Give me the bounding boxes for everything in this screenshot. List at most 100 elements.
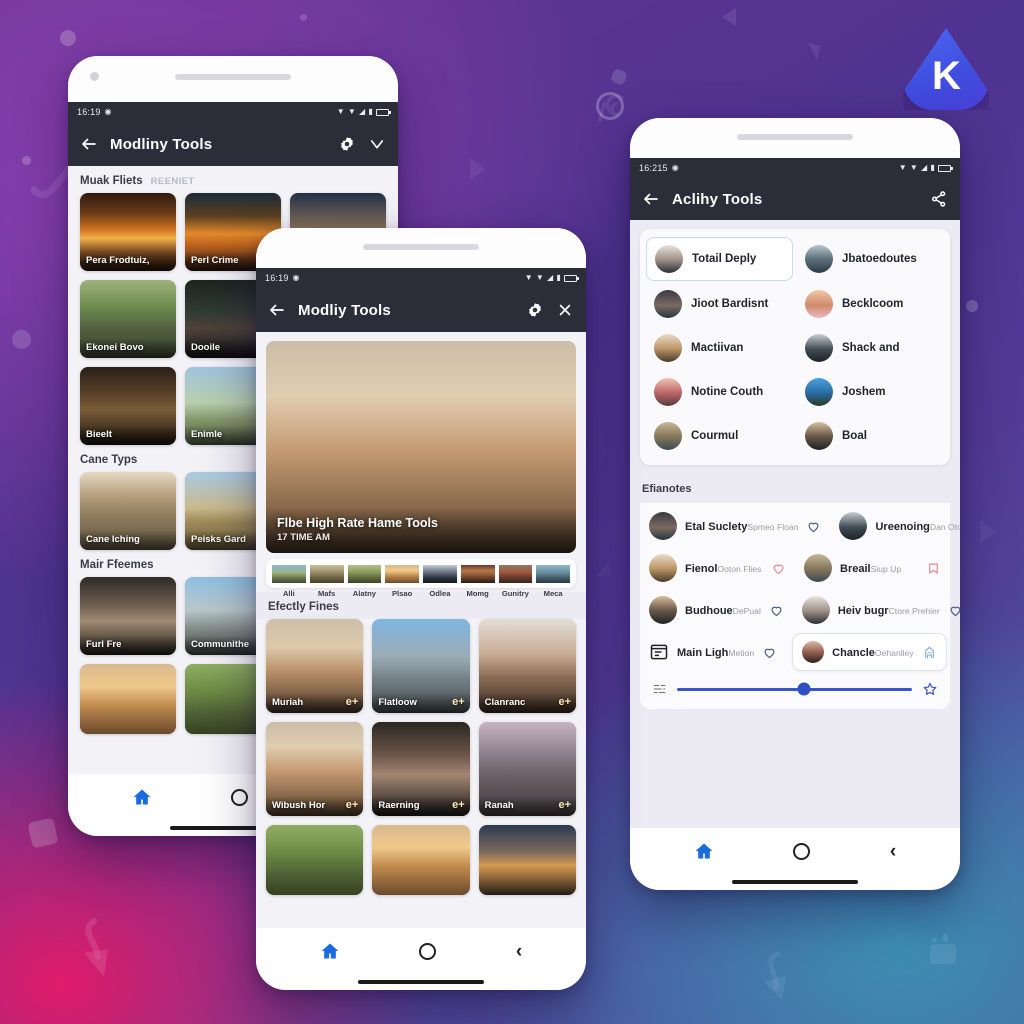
list-item[interactable]: Main LighMetion: [640, 635, 786, 669]
person-item[interactable]: Jbatoedoutes: [797, 237, 944, 281]
slider-knob[interactable]: [797, 682, 811, 696]
list-item[interactable]: BudhoueDePual: [640, 589, 793, 631]
slider-track[interactable]: [677, 682, 912, 696]
tile[interactable]: Bieelt: [80, 367, 176, 445]
tile[interactable]: [372, 825, 470, 895]
app-logo: K: [903, 28, 989, 110]
bookmark-icon[interactable]: [926, 561, 941, 576]
tile[interactable]: [478, 825, 576, 895]
home-icon[interactable]: [320, 941, 340, 961]
tile[interactable]: Muriah e+: [266, 619, 364, 713]
tile[interactable]: Ekonei Bovo: [80, 280, 176, 358]
tile[interactable]: Pera Frodtuiz,: [80, 193, 176, 271]
recents-circle-icon[interactable]: [793, 842, 811, 860]
chip-thumb: [272, 565, 306, 583]
list-item[interactable]: FienolOoton Flies: [640, 547, 795, 589]
filter-chip[interactable]: Gunitry: [498, 565, 533, 598]
section-title: Muak Fliets: [80, 175, 143, 187]
person-item[interactable]: Jioot Bardisnt: [646, 283, 793, 325]
recents-circle-icon[interactable]: [231, 788, 249, 806]
list-item[interactable]: Heiv bugrCtore Prehier: [793, 589, 960, 631]
filter-chip[interactable]: Odlea: [423, 565, 457, 598]
list-item[interactable]: ChancleOehanlley: [792, 633, 947, 671]
tile[interactable]: Flatloow e+: [372, 619, 470, 713]
tile-caption: Bieelt: [80, 425, 176, 445]
avatar: [805, 378, 833, 406]
list-item-subtitle: Metion: [728, 648, 755, 658]
tile-badge: e+: [558, 696, 571, 708]
back-arrow-icon[interactable]: [80, 135, 98, 153]
person-name: Becklcoom: [842, 298, 904, 310]
chip-label: Alli: [282, 589, 295, 598]
avatar: [655, 245, 683, 273]
back-arrow-icon[interactable]: [268, 301, 286, 319]
avatar: [649, 554, 677, 582]
back-arrow-icon[interactable]: [642, 190, 660, 208]
chip-thumb: [423, 565, 457, 583]
wifi-icon: ▼: [524, 273, 533, 282]
chip-label: Mafs: [317, 589, 336, 598]
deco-triangle-5: [596, 560, 610, 576]
tile[interactable]: [266, 825, 364, 895]
avatar: [805, 245, 833, 273]
list-item[interactable]: UreenoingDan Otoore: [830, 505, 960, 547]
home-icon[interactable]: [694, 841, 714, 861]
person-item[interactable]: Boal: [797, 415, 944, 457]
list-item-title: Breail: [840, 563, 871, 575]
heart-icon[interactable]: [762, 645, 777, 660]
slider-row: [640, 673, 950, 707]
person-item[interactable]: Mactiivan: [646, 327, 793, 369]
share-icon[interactable]: [930, 190, 948, 208]
filter-chip[interactable]: Alatny: [347, 565, 382, 598]
tile[interactable]: Clanranc e+: [478, 619, 576, 713]
person-name: Notine Couth: [691, 386, 764, 398]
settings-gear-icon[interactable]: [338, 135, 356, 153]
building-icon[interactable]: [922, 645, 937, 660]
deco-triangle-2: [804, 42, 821, 61]
signal-icon: ▼: [347, 107, 357, 116]
hero-image-card[interactable]: Flbe High Rate Hame Tools 17 TIME AM: [266, 341, 576, 553]
earpiece-speaker: [175, 74, 291, 80]
person-item[interactable]: Notine Couth: [646, 371, 793, 413]
favorites-list: Etal SucletySpmeo Floan UreenoingDan Oto…: [640, 503, 960, 709]
person-item[interactable]: Shack and: [797, 327, 944, 369]
chevron-down-icon[interactable]: [368, 135, 386, 153]
back-chevron-icon[interactable]: ‹: [890, 842, 896, 861]
person-item[interactable]: Courmul: [646, 415, 793, 457]
signal-icon: ▼: [909, 163, 919, 172]
status-time: 16:19: [77, 107, 101, 117]
tile[interactable]: Raerning e+: [372, 722, 470, 816]
back-chevron-icon[interactable]: ‹: [516, 942, 522, 961]
tile[interactable]: Ranah e+: [478, 722, 576, 816]
filter-chip[interactable]: Plsao: [385, 565, 419, 598]
tile[interactable]: [80, 664, 176, 734]
settings-gear-icon[interactable]: [526, 301, 544, 319]
home-icon[interactable]: [132, 787, 152, 807]
tile[interactable]: Wibush Hor e+: [266, 722, 364, 816]
tile[interactable]: Furl Fre: [80, 577, 176, 655]
filter-chip[interactable]: Momg: [460, 565, 495, 598]
list-item[interactable]: Etal SucletySpmeo Floan: [640, 505, 830, 547]
list-item[interactable]: BreailSiup Up: [795, 547, 950, 589]
filter-chip[interactable]: Meca: [536, 565, 570, 598]
list-item-subtitle: Dan Otoore: [929, 522, 960, 532]
tile[interactable]: Cane Iching: [80, 472, 176, 550]
list-item-subtitle: Spmeo Floan: [747, 522, 799, 532]
person-item[interactable]: Becklcoom: [797, 283, 944, 325]
wifi-icon: ▼: [336, 107, 345, 116]
heart-icon[interactable]: [771, 561, 786, 576]
close-x-icon[interactable]: [556, 301, 574, 319]
heart-icon[interactable]: [948, 603, 960, 618]
heart-icon[interactable]: [769, 603, 784, 618]
heart-icon[interactable]: [806, 519, 821, 534]
person-item[interactable]: Joshem: [797, 371, 944, 413]
star-icon[interactable]: [922, 681, 938, 697]
list-item-title: Fienol: [685, 563, 718, 575]
recents-circle-icon[interactable]: [419, 942, 437, 960]
filter-chip[interactable]: Mafs: [309, 565, 344, 598]
person-item[interactable]: Totail Deply: [646, 237, 793, 281]
filter-chip[interactable]: Alli: [272, 565, 306, 598]
vibrate-icon: ◉: [671, 163, 679, 172]
chip-thumb: [498, 565, 533, 583]
list-item-title: Ureenoing: [875, 521, 930, 533]
